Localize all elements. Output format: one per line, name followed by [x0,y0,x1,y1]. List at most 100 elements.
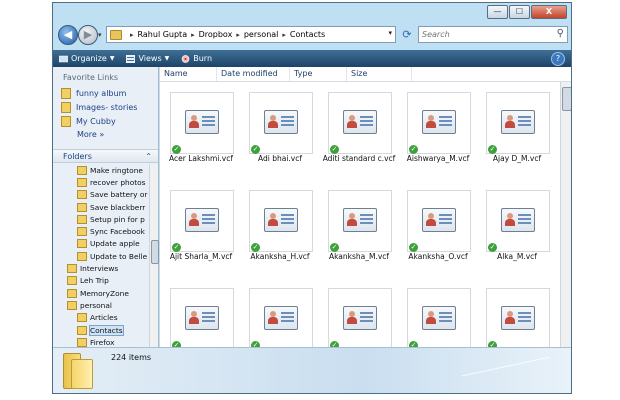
folder-tree-item[interactable]: Update apple [53,238,149,250]
folder-tree-item[interactable]: Sync Facebook [53,225,149,237]
folder-icon [77,325,87,335]
folder-tree-item[interactable]: Make ringtone [53,164,149,176]
organize-button[interactable]: Organize ▼ [59,54,114,63]
favorite-link[interactable]: Images- stories [53,100,158,114]
maximize-button[interactable]: ☐ [509,5,530,19]
file-thumbnail: ✓ [170,190,234,252]
burn-button[interactable]: Burn [181,54,212,63]
search-icon[interactable]: ⚲ [557,28,564,39]
file-thumbnail: ✓ [249,92,313,154]
favorite-link[interactable]: My Cubby [53,114,158,128]
column-header-date-modified[interactable]: Date modified [217,67,290,81]
chevron-down-icon: ▼ [164,55,170,62]
breadcrumb-item[interactable]: Rahul Gupta [138,30,188,39]
folder-tree-item[interactable]: Setup pin for p [53,213,149,225]
file-item[interactable]: ✓ Akanksha_O.vcf [401,184,475,276]
sync-check-icon: ✓ [409,145,418,154]
file-list-scrollbar[interactable] [560,82,571,347]
folder-icon [67,300,77,310]
sync-check-icon: ✓ [409,243,418,252]
breadcrumb-item[interactable]: Dropbox [199,30,233,39]
folder-icon [77,337,87,347]
favorite-link[interactable]: funny album [53,86,158,100]
search-input[interactable] [422,28,542,41]
favorite-links-list: funny album Images- stories My Cubby [53,86,158,128]
more-link[interactable]: More » [53,128,158,142]
forward-button[interactable]: ▶ [78,25,98,45]
file-item[interactable]: ✓Amit Ekd_M.vcf [164,282,238,347]
search-box[interactable]: ⚲ [418,26,568,43]
file-thumbnail: ✓ [407,190,471,252]
decorative-glint [461,356,551,377]
file-item[interactable]: ✓ Akanksha_M.vcf [322,184,396,276]
folders-header[interactable]: Folders ⌃ [53,149,158,163]
folder-tree-label: Interviews [80,264,119,274]
file-grid: ✓ Acer Lakshmi.vcf ✓ Adi bhai.vcf ✓ Aditi sta… [160,82,558,347]
folder-tree-item[interactable]: Firefox [53,336,149,347]
breadcrumb-item[interactable]: Contacts [290,30,325,39]
column-header-name[interactable]: Name [160,67,217,81]
file-item[interactable]: ✓ Acer Lakshmi.vcf [164,86,238,178]
column-header-type[interactable]: Type [290,67,347,81]
folder-tree-item[interactable]: Save blackberr [53,201,149,213]
scrollbar-thumb[interactable] [562,87,571,111]
breadcrumb-separator[interactable]: ▸ [130,31,134,39]
breadcrumb-separator[interactable]: ▸ [236,31,240,39]
breadcrumb-separator[interactable]: ▸ [282,31,286,39]
file-item[interactable]: ✓Anindita nobis.vcf [480,282,554,347]
folder-tree-label: Leh Trip [80,276,109,286]
file-item[interactable]: ✓Anil Chan_M.vcf [401,282,475,347]
folder-tree-scrollbar[interactable] [149,164,159,347]
recent-pages-chevron-icon[interactable]: ▾ [98,31,102,39]
contact-card-icon [264,110,298,134]
folder-tree-item[interactable]: Contacts [53,324,149,336]
contact-card-icon [185,208,219,232]
folder-tree-item[interactable]: Leh Trip [53,275,149,287]
folder-tree-item[interactable]: personal [53,299,149,311]
explorer-window: — ☐ X ◀ ▶ ▾ ▸ Rahul Gupta ▸ Dropbox ▸ person… [52,2,572,394]
folder-tree-label: Make ringtone [90,165,143,175]
file-item[interactable]: ✓ Aishwarya_M.vcf [401,86,475,178]
file-thumbnail: ✓ [328,92,392,154]
file-thumbnail: ✓ [486,190,550,252]
folder-tree-item[interactable]: Articles [53,312,149,324]
folder-tree-item[interactable]: MemoryZone [53,287,149,299]
folder-tree-item[interactable]: Interviews [53,262,149,274]
help-icon[interactable]: ? [551,52,565,66]
contact-card-icon [501,306,535,330]
folder-icon [61,101,71,113]
folder-tree: Make ringtone recover photos Save battery … [53,164,149,347]
address-row: ◀ ▶ ▾ ▸ Rahul Gupta ▸ Dropbox ▸ personal ▸ Con… [58,25,568,47]
file-item[interactable]: ✓ Ajay D_M.vcf [480,86,554,178]
folder-tree-item[interactable]: Save battery or [53,189,149,201]
folder-tree-label: MemoryZone [80,288,129,298]
minimize-button[interactable]: — [487,5,508,19]
address-bar[interactable]: ▸ Rahul Gupta ▸ Dropbox ▸ personal ▸ Contacts … [106,26,396,43]
scrollbar-thumb[interactable] [151,240,159,264]
folder-tree-item[interactable]: Update to Belle [53,250,149,262]
favorite-link-label: Images- stories [76,102,138,112]
folder-tree-item[interactable]: recover photos [53,176,149,188]
sync-check-icon: ✓ [172,145,181,154]
address-dropdown-icon[interactable]: ▾ [388,29,392,37]
views-button[interactable]: Views ▼ [126,54,169,63]
column-header-size[interactable]: Size [347,67,412,81]
refresh-icon[interactable]: ⟳ [399,27,415,43]
breadcrumb-item[interactable]: personal [244,30,279,39]
close-button[interactable]: X [531,5,567,19]
file-item[interactable]: ✓ Aditi standard c.vcf [322,86,396,178]
back-button[interactable]: ◀ [58,25,78,45]
file-item[interactable]: ✓Anurag [243,282,317,347]
file-item[interactable]: ✓ Akanksha_H.vcf [243,184,317,276]
breadcrumb-separator[interactable]: ▸ [191,31,195,39]
chevron-up-icon: ⌃ [145,152,152,161]
file-name: Akanksha_M.vcf [328,252,390,261]
file-name: Acer Lakshmi.vcf [169,154,233,163]
file-item[interactable]: ✓Andro [322,282,396,347]
file-item[interactable]: ✓ Ajit Sharla_M.vcf [164,184,238,276]
file-item[interactable]: ✓ Alka_M.vcf [480,184,554,276]
file-item[interactable]: ✓ Adi bhai.vcf [243,86,317,178]
favorite-links-title: Favorite Links [63,73,119,82]
folder-tree-label: Sync Facebook [90,227,145,237]
more-label: More [77,130,97,139]
